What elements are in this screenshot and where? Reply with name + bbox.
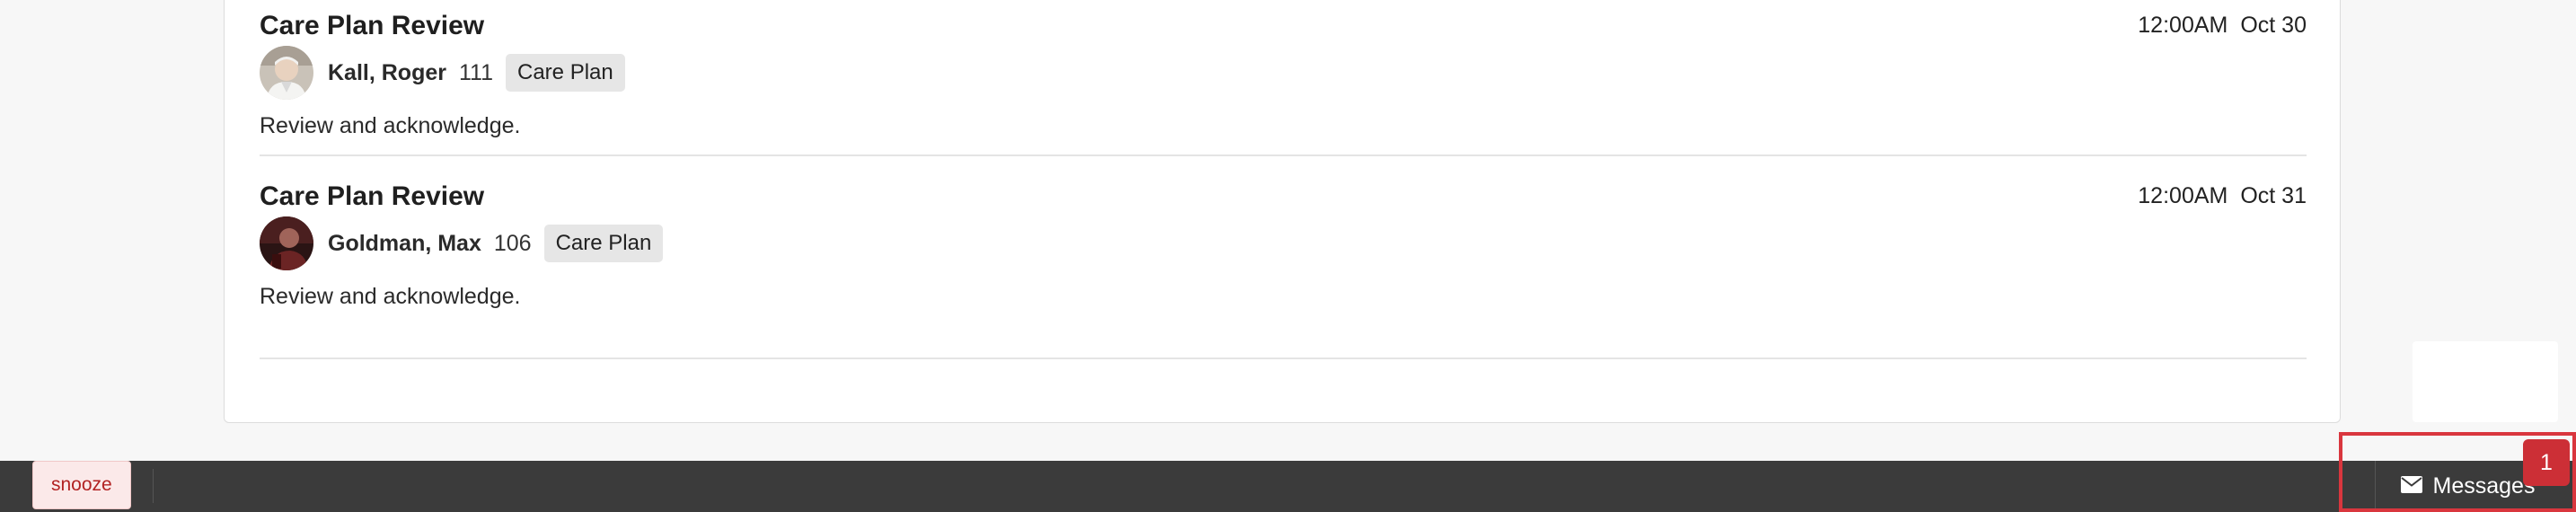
page: Care Plan Review 12:00AM Oct 30 Kall, Ro… — [0, 0, 2576, 512]
room-number: 111 — [458, 59, 493, 85]
resident-name[interactable]: Goldman, Max — [328, 231, 481, 257]
list-item[interactable]: Care Plan Review 12:00AM Oct 31 Goldman,… — [260, 181, 2307, 359]
messages-highlight-box — [2339, 432, 2576, 512]
floating-panel — [2413, 341, 2558, 422]
resident-photo — [260, 46, 313, 100]
avatar[interactable] — [260, 216, 313, 270]
item-time: 12:00AM — [2138, 183, 2228, 208]
item-body: Review and acknowledge. — [260, 113, 521, 138]
bottom-bar — [0, 461, 2576, 512]
bottom-bar-divider — [153, 469, 154, 503]
resident-photo — [260, 216, 313, 270]
avatar[interactable] — [260, 46, 313, 100]
item-title: Care Plan Review — [260, 11, 485, 40]
room-number: 106 — [493, 230, 532, 256]
notification-feed-card: Care Plan Review 12:00AM Oct 30 Kall, Ro… — [224, 0, 2341, 423]
item-body: Review and acknowledge. — [260, 284, 521, 309]
item-time: 12:00AM — [2138, 13, 2228, 38]
list-item[interactable]: Care Plan Review 12:00AM Oct 30 Kall, Ro… — [260, 11, 2307, 156]
item-date: Oct 31 — [2240, 183, 2307, 208]
item-meta: Goldman, Max 106 Care Plan — [260, 216, 664, 271]
category-tag: Care Plan — [506, 54, 625, 92]
resident-name[interactable]: Kall, Roger — [328, 60, 446, 86]
item-timestamp: 12:00AM Oct 30 — [2138, 13, 2307, 39]
item-timestamp: 12:00AM Oct 31 — [2138, 183, 2307, 209]
category-tag: Care Plan — [543, 225, 664, 262]
item-meta: Kall, Roger 111 Care Plan — [260, 45, 625, 101]
item-date: Oct 30 — [2240, 13, 2307, 38]
snooze-button[interactable]: snooze — [32, 461, 131, 509]
item-title: Care Plan Review — [260, 181, 485, 211]
